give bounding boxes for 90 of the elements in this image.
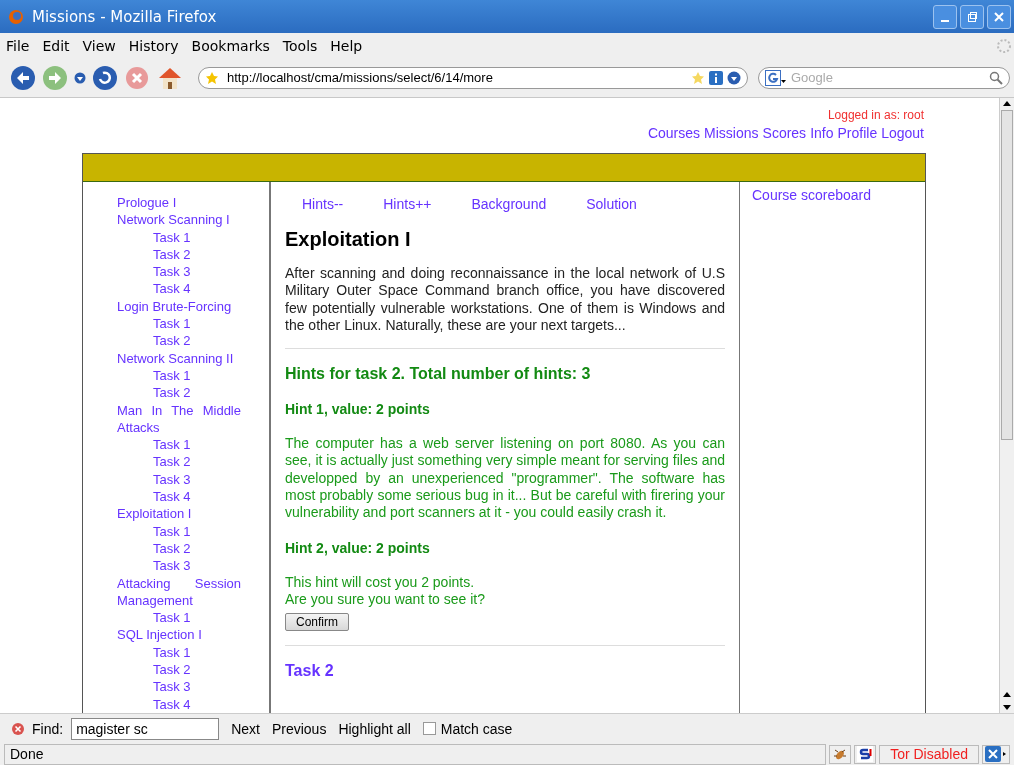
checkbox[interactable] [422, 722, 436, 735]
menu-item[interactable]: History [128, 37, 179, 54]
menu-item[interactable]: Tools [282, 37, 318, 54]
task-link[interactable]: Task 1 [117, 436, 241, 454]
minimize-icon [941, 19, 949, 22]
bookmark-star-icon[interactable] [691, 70, 705, 85]
task-link[interactable]: Task 1 [117, 228, 241, 246]
task-link[interactable]: Task 3 [117, 678, 241, 696]
task-link[interactable]: Task 4 [117, 695, 241, 713]
hints-heading: Hints for task 2. Total number of hints: 3 [285, 365, 592, 384]
find-button[interactable]: Next [231, 720, 260, 737]
find-field[interactable]: magister sc [71, 717, 220, 740]
find-label: Find: [32, 720, 64, 737]
hint-title: Hint 1, value: 2 points [285, 401, 431, 418]
tab-link[interactable]: Background [471, 196, 547, 212]
task-link[interactable]: Task 3 [117, 557, 241, 575]
minimize-button[interactable] [933, 4, 957, 29]
task-link[interactable]: Task 2 [117, 245, 241, 264]
info-icon[interactable] [709, 70, 723, 85]
task-heading[interactable]: Task 2 [285, 662, 725, 681]
scrollbar[interactable] [999, 98, 1014, 713]
tab-link[interactable]: Solution [586, 196, 637, 212]
back-icon[interactable] [10, 64, 36, 91]
menu-item[interactable]: Edit [42, 37, 70, 54]
task-link[interactable]: Task 1 [117, 609, 241, 627]
hint-warning: Are you sure you want to see it? [285, 590, 486, 609]
task-link[interactable]: Task 2 [117, 453, 241, 471]
login-status: Logged in as: root [827, 108, 924, 122]
mission-link[interactable]: Network Scanning II [117, 349, 241, 367]
tab-link[interactable]: Hints++ [383, 196, 432, 212]
menu-item[interactable]: Help [330, 37, 363, 54]
confirm-button[interactable]: Confirm [285, 613, 349, 632]
nav-link[interactable]: Scores [762, 125, 807, 141]
addon-icon[interactable] [982, 744, 1010, 764]
hint-title: Hint 2, value: 2 points [285, 539, 431, 556]
nav-link[interactable]: Logout [881, 125, 924, 141]
menu-item[interactable]: File [6, 37, 30, 54]
scoreboard-link[interactable]: Course scoreboard [752, 187, 872, 203]
task-link[interactable]: Task 3 [117, 263, 241, 281]
task-link[interactable]: Task 4 [117, 488, 241, 506]
close-button[interactable] [987, 4, 1011, 29]
find-button[interactable]: Previous [271, 720, 327, 737]
tab-link[interactable]: Hints-- [302, 196, 344, 212]
mission-link[interactable]: Attacking Session Management [117, 574, 241, 610]
nav-link[interactable]: Courses [647, 125, 701, 141]
task-link[interactable]: Task 2 [117, 384, 241, 402]
task-link[interactable]: Task 1 [117, 366, 241, 385]
task-link[interactable]: Task 4 [117, 280, 241, 298]
nav-link[interactable]: Missions [704, 125, 759, 141]
find-button[interactable]: Highlight all [338, 720, 411, 737]
mission-title: Exploitation I [285, 228, 412, 251]
task-link[interactable]: Task 1 [117, 315, 241, 333]
search-icon[interactable] [989, 70, 1003, 85]
checkbox-label[interactable]: Match case [440, 720, 513, 737]
restore-icon [966, 10, 978, 23]
mission-description: After scanning and doing reconnaissance in the local network of U.S Military Outer Space Command branch office, you have discovered few potentially vulnerable workstations. One of them is Windows and the other Linux. Naturally, these are your next targets... [285, 265, 725, 335]
maximize-button[interactable] [960, 4, 984, 29]
task-link[interactable]: Task 2 [117, 539, 241, 558]
history-dropdown-icon[interactable] [74, 71, 86, 84]
close-icon[interactable] [12, 722, 24, 735]
task-link[interactable]: Task 2 [117, 332, 241, 350]
hint-warning: This hint will cost you 2 points. [285, 573, 476, 591]
hint-text: The computer has a web server listening on port 8080. As you can see, it is actually just something very simple meant for serving files and developped by an unexperienced "programmer". The software has most probably some serious bug in it... But be careful with firering your vulnerability and port scanners at it - you could easily crash it. [285, 435, 725, 522]
task-link[interactable]: Task 1 [117, 522, 241, 540]
window-title: Missions - Mozilla Firefox [32, 7, 218, 26]
task-link[interactable]: Task 2 [117, 661, 241, 679]
address-bar[interactable]: http://localhost/cma/missions/select/6/14/more [198, 66, 748, 89]
tor-status[interactable]: Tor Disabled [879, 744, 979, 764]
mission-link[interactable]: Man In The Middle Attacks [117, 401, 241, 437]
search-field[interactable]: Google [758, 66, 1010, 89]
browser-logo-icon [8, 8, 24, 25]
mission-link[interactable]: SQL Injection I [117, 626, 241, 644]
mission-link[interactable]: Prologue I [117, 194, 241, 212]
mission-link[interactable]: Login Brute-Forcing [117, 297, 241, 316]
s-logo-icon[interactable] [854, 744, 877, 764]
menu-item[interactable]: View [82, 37, 116, 54]
task-link[interactable]: Task 1 [117, 643, 241, 661]
mission-link[interactable]: Network Scanning I [117, 211, 241, 229]
mission-link[interactable]: Exploitation I [117, 505, 241, 523]
search-engine-icon[interactable] [765, 69, 787, 86]
star-icon [205, 70, 219, 85]
task-link[interactable]: Task 3 [117, 470, 241, 489]
status-text: Done [4, 743, 827, 765]
close-icon [993, 10, 1005, 23]
nav-link[interactable]: Profile [837, 125, 878, 141]
reload-icon[interactable] [92, 64, 118, 91]
dropdown-icon[interactable] [727, 70, 741, 85]
throbber-icon [996, 37, 1012, 54]
nav-link[interactable]: Info [810, 125, 834, 141]
menu-item[interactable]: Bookmarks [191, 37, 270, 54]
